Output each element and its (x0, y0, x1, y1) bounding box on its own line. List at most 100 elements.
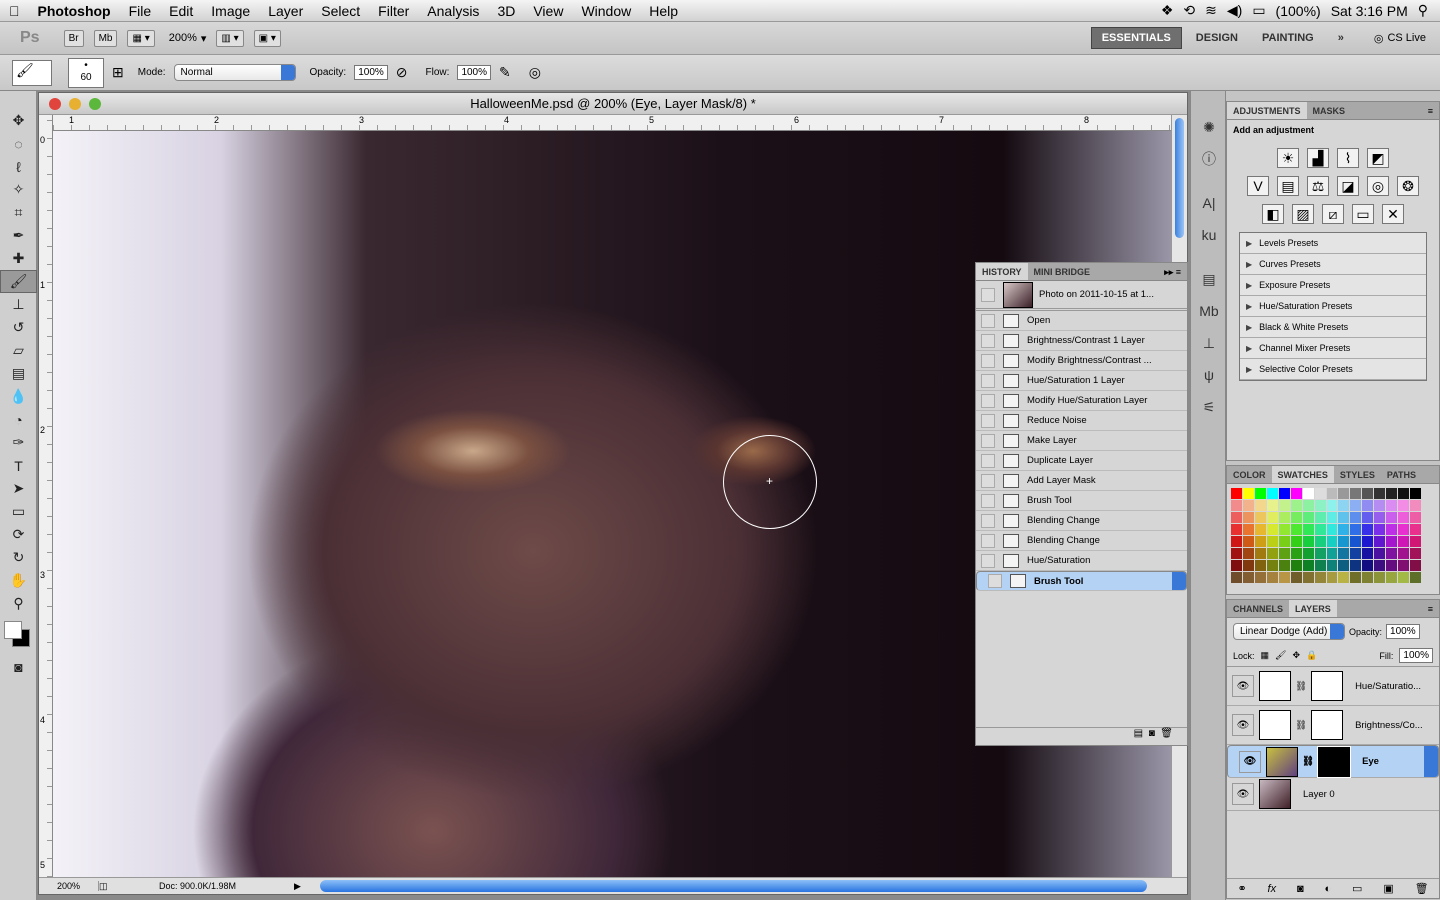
swatch[interactable] (1362, 536, 1374, 547)
visibility-eye-icon[interactable]: 👁 (1232, 675, 1254, 697)
trash-icon[interactable]: 🗑 (1160, 728, 1173, 739)
status-menu-arrow[interactable]: ▶ (294, 881, 308, 892)
swatch[interactable] (1231, 536, 1242, 547)
swatch[interactable] (1410, 488, 1421, 499)
screen-mode-button[interactable]: ▣ ▾ (253, 29, 281, 47)
history-item[interactable]: Add Layer Mask (976, 471, 1187, 491)
swatch[interactable] (1326, 536, 1338, 547)
new-layer-icon[interactable]: ▣ (1383, 882, 1393, 895)
healing-brush-tool-icon[interactable]: ✚ (0, 247, 37, 270)
swatch[interactable] (1290, 488, 1302, 499)
swatch[interactable] (1374, 500, 1386, 511)
swatch[interactable] (1266, 524, 1278, 535)
swatch[interactable] (1231, 524, 1242, 535)
selective-color-icon[interactable]: ✕ (1382, 204, 1404, 224)
mini-bridge-icon[interactable]: Mb (1191, 295, 1227, 327)
lock-transparency-icon[interactable]: ▦ (1261, 650, 1270, 661)
swatch[interactable] (1302, 488, 1314, 499)
swatch[interactable] (1338, 524, 1350, 535)
swatch[interactable] (1350, 488, 1362, 499)
apple-icon[interactable]:  (0, 3, 29, 19)
swatch[interactable] (1290, 548, 1302, 559)
gradient-tool-icon[interactable]: ▤ (0, 362, 37, 385)
swatch[interactable] (1362, 572, 1374, 583)
volume-icon[interactable]: ◀) (1227, 2, 1242, 19)
color-balance-icon[interactable]: ⚖ (1307, 176, 1329, 196)
preset-item[interactable]: Curves Presets (1240, 254, 1426, 275)
swatch[interactable] (1398, 500, 1410, 511)
workspace-painting[interactable]: PAINTING (1252, 28, 1324, 48)
menu-filter[interactable]: Filter (369, 3, 418, 19)
swatch[interactable] (1386, 488, 1398, 499)
swatch[interactable] (1410, 536, 1421, 547)
swatch[interactable] (1398, 512, 1410, 523)
brush-panel-toggle-icon[interactable]: ⊞ (112, 64, 124, 81)
time-machine-icon[interactable]: ⟲ (1183, 2, 1195, 19)
pressure-size-icon[interactable]: ◎ (529, 64, 541, 81)
menu-window[interactable]: Window (572, 3, 640, 19)
dodge-tool-icon[interactable]: ◔ (0, 408, 37, 431)
new-adjustment-icon[interactable]: ◐ (1325, 883, 1332, 895)
swatch[interactable] (1326, 488, 1338, 499)
swatch[interactable] (1302, 536, 1314, 547)
swatch[interactable] (1386, 572, 1398, 583)
swatch[interactable] (1362, 524, 1374, 535)
history-snapshot[interactable]: Photo on 2011-10-15 at 1... (976, 281, 1187, 311)
swatch[interactable] (1350, 536, 1362, 547)
photo-filter-icon[interactable]: ◎ (1367, 176, 1389, 196)
swatch[interactable] (1266, 548, 1278, 559)
swatch[interactable] (1254, 536, 1266, 547)
swatch[interactable] (1326, 548, 1338, 559)
history-brush-tool-icon[interactable]: ↺ (0, 316, 37, 339)
swatch[interactable] (1254, 548, 1266, 559)
menu-select[interactable]: Select (312, 3, 369, 19)
swatch[interactable] (1242, 500, 1254, 511)
history-item[interactable]: Reduce Noise (976, 411, 1187, 431)
link-icon[interactable]: ⛓ (1302, 756, 1314, 767)
swatch[interactable] (1362, 560, 1374, 571)
menu-image[interactable]: Image (202, 3, 259, 19)
history-item[interactable]: Brightness/Contrast 1 Layer (976, 331, 1187, 351)
layer-row[interactable]: 👁 Layer 0 (1227, 778, 1439, 811)
swatch[interactable] (1338, 512, 1350, 523)
kuler-icon[interactable]: ku (1191, 219, 1227, 251)
swatch[interactable] (1386, 536, 1398, 547)
lock-position-icon[interactable]: ✥ (1292, 650, 1300, 661)
swatch[interactable] (1410, 524, 1421, 535)
swatch[interactable] (1302, 572, 1314, 583)
visibility-eye-icon[interactable]: 👁 (1239, 750, 1261, 773)
pen-tool-icon[interactable]: ✑ (0, 431, 37, 454)
tab-channels[interactable]: CHANNELS (1227, 600, 1289, 617)
swatch[interactable] (1350, 524, 1362, 535)
swatch[interactable] (1266, 572, 1278, 583)
layer-opacity-field[interactable]: 100% (1386, 624, 1420, 639)
history-item[interactable]: Modify Hue/Saturation Layer (976, 391, 1187, 411)
swatch[interactable] (1398, 572, 1410, 583)
minimize-button[interactable] (69, 98, 81, 110)
menu-help[interactable]: Help (640, 3, 687, 19)
tab-styles[interactable]: STYLES (1334, 466, 1381, 483)
swatch[interactable] (1231, 512, 1242, 523)
tab-masks[interactable]: MASKS (1307, 102, 1352, 119)
swatch[interactable] (1398, 548, 1410, 559)
swatch[interactable] (1386, 548, 1398, 559)
swatch[interactable] (1326, 572, 1338, 583)
info-icon[interactable]: ⓘ (1191, 143, 1227, 175)
swatch[interactable] (1314, 524, 1326, 535)
swatch[interactable] (1398, 524, 1410, 535)
swatch[interactable] (1374, 548, 1386, 559)
swatch[interactable] (1266, 512, 1278, 523)
swatch[interactable] (1231, 488, 1242, 499)
link-icon[interactable]: ⛓ (1295, 720, 1307, 731)
swatch[interactable] (1398, 536, 1410, 547)
tab-color[interactable]: COLOR (1227, 466, 1272, 483)
mask-thumbnail[interactable] (1311, 671, 1344, 701)
brush-preset-picker[interactable]: • 60 (68, 57, 104, 88)
menu-view[interactable]: View (524, 3, 572, 19)
swatch[interactable] (1386, 512, 1398, 523)
swatch[interactable] (1231, 572, 1242, 583)
layer-blend-mode-select[interactable]: Linear Dodge (Add) (1233, 623, 1345, 640)
move-tool-icon[interactable]: ✥ (0, 109, 37, 132)
history-source-checkbox[interactable] (981, 433, 995, 448)
history-item[interactable]: Brush Tool (976, 491, 1187, 511)
